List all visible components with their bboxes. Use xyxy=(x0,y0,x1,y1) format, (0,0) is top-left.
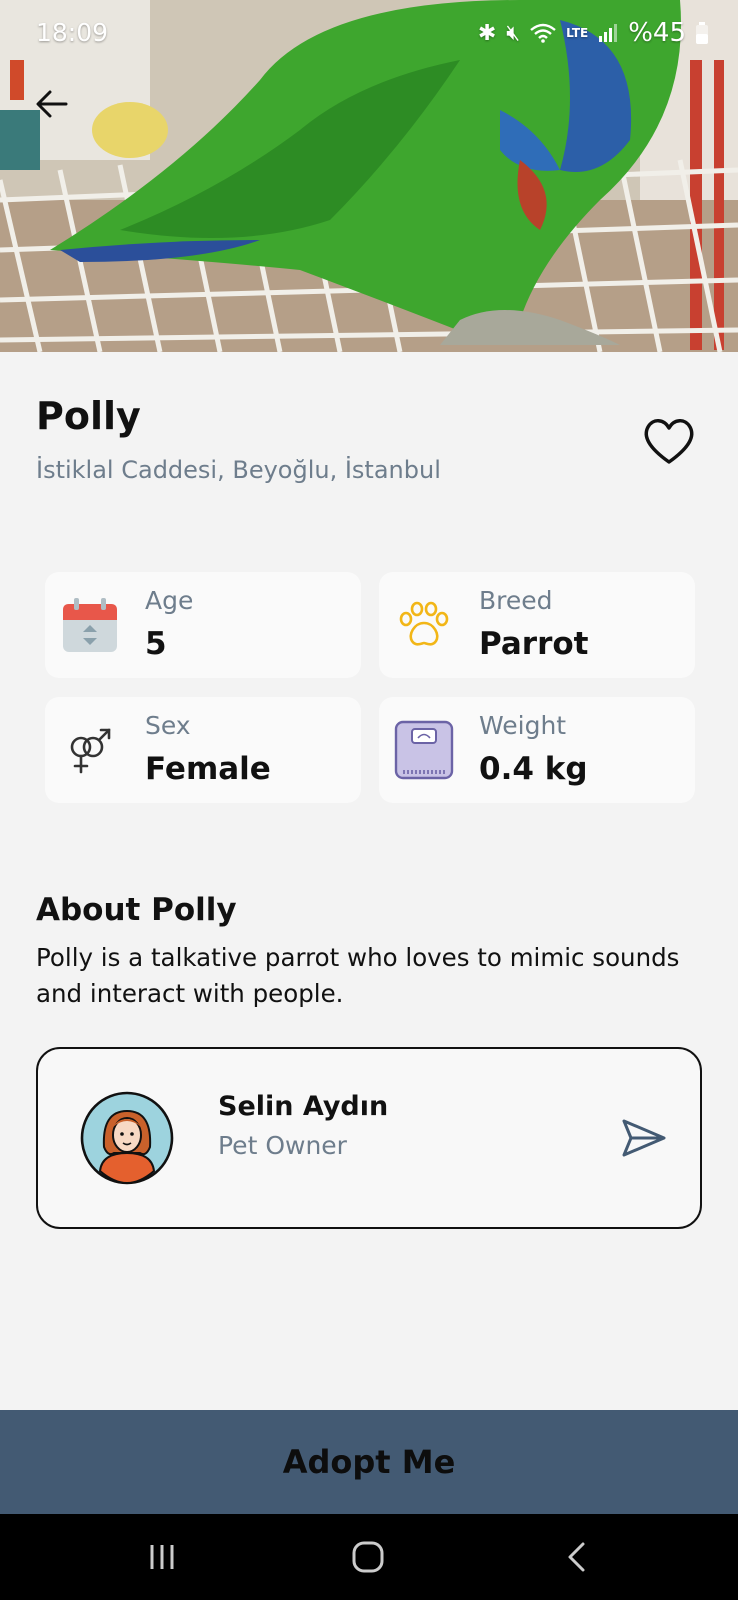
home-icon xyxy=(352,1541,384,1573)
calendar-icon xyxy=(59,594,121,656)
paw-icon xyxy=(393,594,455,656)
stat-value: Female xyxy=(145,751,271,787)
owner-name: Selin Aydın xyxy=(218,1091,389,1122)
chevron-left-icon xyxy=(568,1542,585,1572)
owner-card[interactable]: Selin Aydın Pet Owner xyxy=(36,1047,702,1229)
stat-card-weight: Weight 0.4 kg xyxy=(379,697,695,803)
message-owner-button[interactable] xyxy=(620,1115,670,1161)
back-button[interactable] xyxy=(32,84,72,124)
stat-card-age: Age 5 xyxy=(45,572,361,678)
status-bar: 18:09 ✱ 🔇︎ LTE %45 xyxy=(0,0,738,70)
status-icons: ✱ 🔇︎ LTE %45 xyxy=(478,18,708,48)
stat-label: Sex xyxy=(145,711,191,740)
avatar xyxy=(80,1091,174,1185)
wifi-icon xyxy=(530,23,556,43)
favorite-button[interactable] xyxy=(640,412,698,470)
pet-location: İstiklal Caddesi, Beyoğlu, İstanbul xyxy=(36,456,441,484)
bluetooth-icon: ✱ xyxy=(477,20,497,46)
send-icon xyxy=(622,1119,666,1157)
gender-icon xyxy=(59,719,121,781)
stat-label: Breed xyxy=(479,586,553,615)
battery-icon xyxy=(696,22,708,44)
scale-icon xyxy=(393,719,455,781)
stat-value: 5 xyxy=(145,626,167,662)
stat-label: Age xyxy=(145,586,194,615)
stat-label: Weight xyxy=(479,711,567,740)
stat-card-breed: Breed Parrot xyxy=(379,572,695,678)
adopt-button[interactable]: Adopt Me xyxy=(0,1410,738,1514)
stat-card-sex: Sex Female xyxy=(45,697,361,803)
mute-icon: 🔇︎ xyxy=(506,20,521,46)
stat-value: 0.4 kg xyxy=(479,751,588,787)
system-nav-bar xyxy=(0,1514,738,1600)
heart-icon xyxy=(644,419,694,464)
battery-level: %45 xyxy=(628,18,686,48)
signal-icon xyxy=(599,24,618,42)
about-title: About Polly xyxy=(36,892,237,928)
home-button[interactable] xyxy=(338,1534,398,1580)
recents-icon xyxy=(150,1545,174,1569)
lte-label: LTE xyxy=(566,26,589,40)
back-nav-button[interactable] xyxy=(546,1534,606,1580)
owner-role: Pet Owner xyxy=(218,1131,347,1160)
stat-value: Parrot xyxy=(479,626,589,662)
about-text: Polly is a talkative parrot who loves to… xyxy=(36,943,680,1008)
recents-button[interactable] xyxy=(132,1534,192,1580)
status-time: 18:09 xyxy=(36,18,109,47)
pet-name: Polly xyxy=(36,394,141,438)
arrow-left-icon xyxy=(36,90,68,118)
